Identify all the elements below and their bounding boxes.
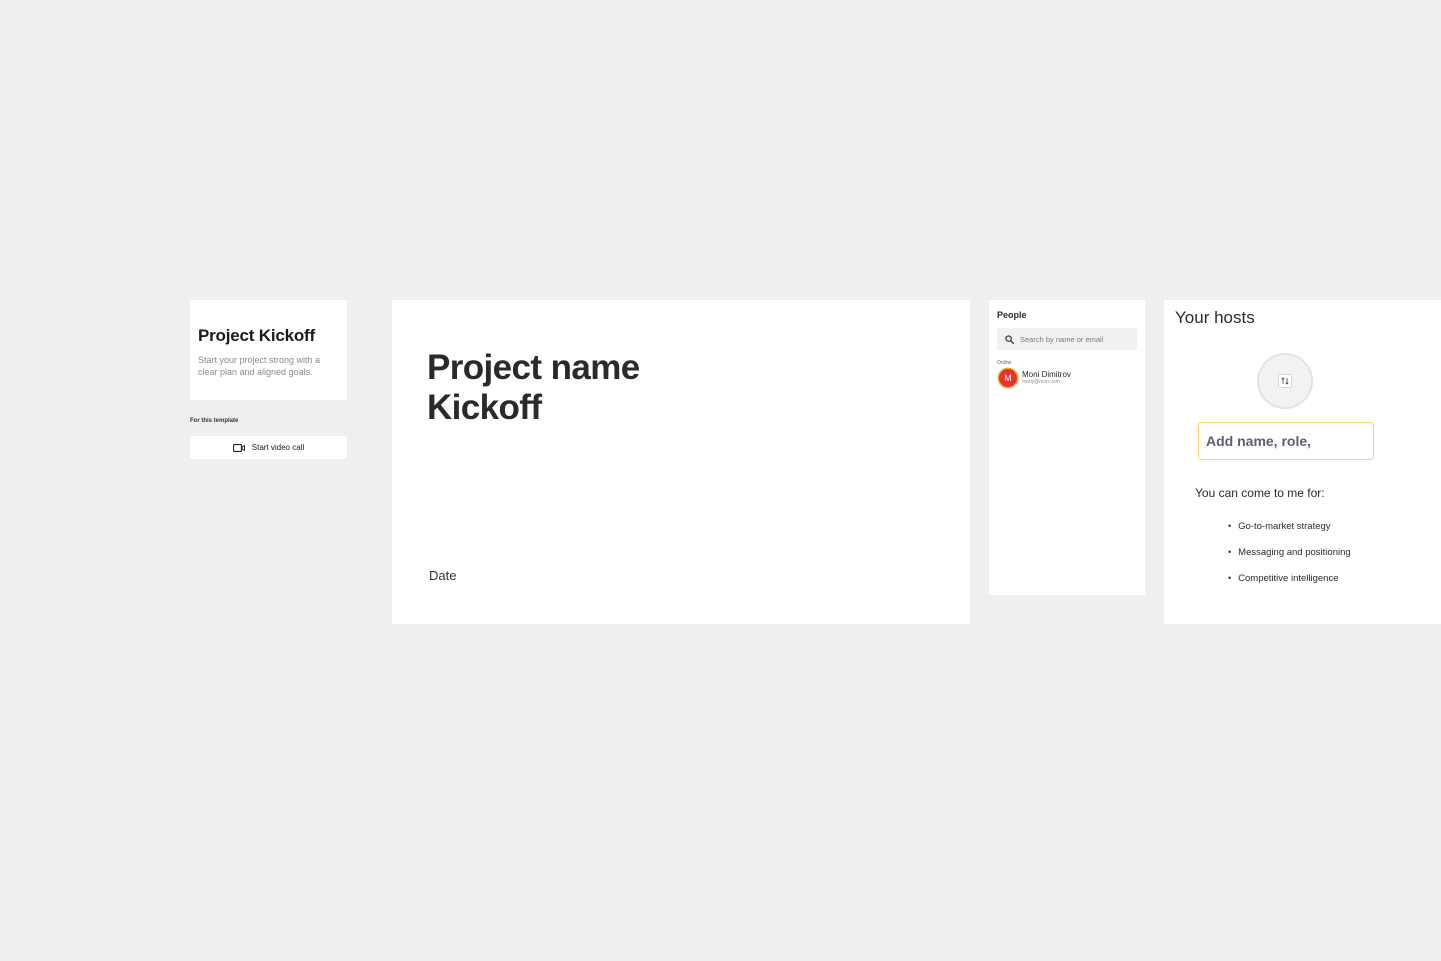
people-search-input[interactable] [1020, 334, 1130, 344]
bullet-icon: • [1228, 521, 1232, 531]
host-photo-placeholder[interactable] [1259, 355, 1311, 407]
topics-list: • Go-to-market strategy • Messaging and … [1228, 520, 1351, 598]
hosts-panel: Your hosts Add name, role, You can come … [1164, 300, 1441, 624]
slide-title[interactable]: Project name Kickoff [427, 348, 640, 428]
topic-text: Competitive intelligence [1238, 573, 1339, 584]
person-name: Moni Dimitrov [1022, 370, 1071, 379]
video-camera-icon [232, 443, 245, 452]
topic-text: Messaging and positioning [1238, 547, 1351, 558]
host-name-field[interactable]: Add name, role, [1198, 422, 1374, 460]
start-video-call-label: Start video call [251, 443, 305, 452]
list-item: • Go-to-market strategy [1228, 520, 1351, 546]
topic-text: Go-to-market strategy [1238, 521, 1331, 532]
person-email: mony@miro.com [1022, 379, 1060, 385]
person-list-item[interactable]: M Moni Dimitrov mony@miro.com [997, 369, 1137, 387]
template-info-card: Project Kickoff Start your project stron… [190, 300, 347, 400]
list-item: • Messaging and positioning [1228, 546, 1351, 572]
avatar: M [999, 369, 1017, 387]
hosts-title: Your hosts [1175, 308, 1255, 327]
search-icon [1005, 334, 1014, 344]
come-to-me-label: You can come to me for: [1195, 486, 1325, 500]
template-actions-label: For this template [190, 418, 239, 424]
people-search-box[interactable] [997, 328, 1137, 350]
bullet-icon: • [1228, 573, 1232, 583]
online-section-label: Online [997, 360, 1012, 366]
slide-title-line-2: Kickoff [427, 388, 542, 427]
people-panel: People Online M Moni Dimitrov mony@miro.… [989, 300, 1145, 595]
start-video-call-button[interactable]: Start video call [190, 436, 347, 459]
slide-title-line-1: Project name [427, 348, 640, 387]
template-title: Project Kickoff [198, 326, 315, 345]
kickoff-slide[interactable]: Project name Kickoff Date [392, 300, 970, 624]
bullet-icon: • [1228, 547, 1232, 557]
slide-date[interactable]: Date [429, 568, 456, 583]
swap-icon [1278, 374, 1292, 388]
people-panel-title: People [997, 310, 1027, 320]
list-item: • Competitive intelligence [1228, 572, 1351, 598]
template-description: Start your project strong with a clear p… [198, 355, 321, 377]
person-details: Moni Dimitrov mony@miro.com [1022, 370, 1071, 386]
